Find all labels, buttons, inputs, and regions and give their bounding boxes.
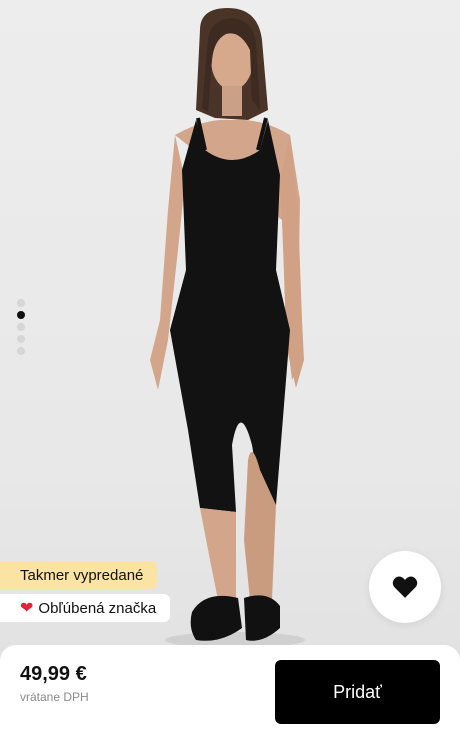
favorite-brand-badge: ❤ Obľúbená značka (0, 594, 171, 622)
favorite-brand-label: Obľúbená značka (38, 599, 157, 617)
product-price: 49,99 € (20, 663, 87, 685)
add-to-cart-label: Pridať (333, 681, 382, 702)
pagination-dot[interactable] (17, 299, 25, 307)
add-to-cart-button[interactable]: Pridať (275, 660, 440, 724)
add-to-wishlist-button[interactable] (369, 551, 441, 623)
pagination-dot[interactable] (17, 335, 25, 343)
almost-sold-out-label: Takmer vypredané (20, 566, 144, 584)
vat-note: vrátane DPH (20, 690, 89, 704)
pagination-dot[interactable] (17, 347, 25, 355)
heart-icon (392, 576, 418, 598)
pagination-dot-active[interactable] (17, 311, 25, 319)
pagination-dot[interactable] (17, 323, 25, 331)
almost-sold-out-badge: Takmer vypredané (0, 561, 158, 589)
gallery-pagination[interactable] (16, 299, 26, 355)
heart-icon: ❤ (20, 600, 34, 617)
